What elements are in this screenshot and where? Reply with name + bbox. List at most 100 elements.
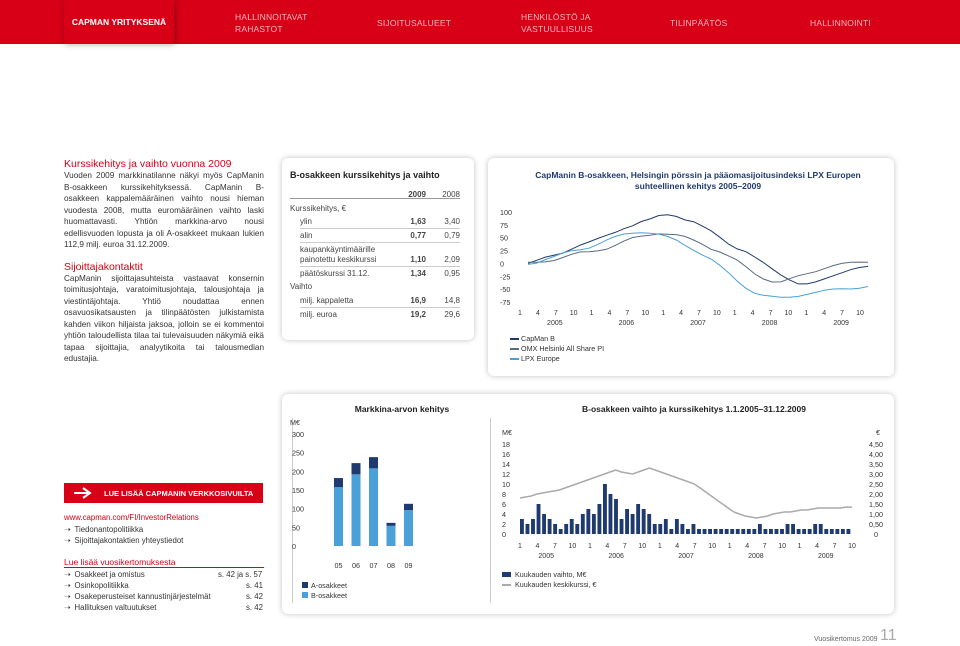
ref-row[interactable]: ➝ Osakkeet ja omistus s. 42 ja s. 57 xyxy=(64,570,264,579)
turnover-bar xyxy=(757,524,762,534)
footer-text: Vuosikertomus 2009 xyxy=(814,636,878,643)
bar-a-osakkeet xyxy=(386,522,396,526)
year-label: 2005 xyxy=(538,553,554,560)
y-tick-label: 150 xyxy=(292,486,304,495)
link-yhteystiedot[interactable]: ➝ Sijoittajakontaktien yhteystiedot xyxy=(64,536,183,545)
y-tick-label-left: 2 xyxy=(502,520,506,529)
y-tick-label-left: 0 xyxy=(502,530,506,539)
bar-b-osakkeet xyxy=(404,510,413,546)
year-label: 2006 xyxy=(608,553,624,560)
y-tick-label: 200 xyxy=(292,467,304,476)
turnover-bar xyxy=(802,529,807,534)
row-divider xyxy=(300,266,460,267)
x-tick-label: 7 xyxy=(623,543,627,550)
legend-item: A-osakkeet xyxy=(302,581,347,591)
x-tick-label: 10 xyxy=(641,310,649,317)
cell-value: 14,8 xyxy=(444,296,460,305)
x-tick-label: 1 xyxy=(728,543,732,550)
turnover-bar xyxy=(774,529,779,534)
y-tick-label: 0 xyxy=(500,259,504,268)
turnover-bar xyxy=(591,514,596,534)
x-tick-label: 10 xyxy=(570,310,578,317)
turnover-bar xyxy=(647,514,652,534)
ref-page: s. 42 xyxy=(246,592,263,601)
nav-item-henkilosto[interactable]: HENKILÖSTÖ JA VASTUULLISUUS xyxy=(521,11,593,35)
x-tick-label: 1 xyxy=(798,543,802,550)
read-more-button[interactable]: LUE LISÄÄ CAPMANIN VERKKOSIVUILTA xyxy=(64,483,263,503)
x-tick-label: 10 xyxy=(778,543,786,550)
x-tick-label: 7 xyxy=(769,310,773,317)
y-tick-label-right: 0 xyxy=(874,530,878,539)
ref-page: s. 42 ja s. 57 xyxy=(218,570,263,579)
divider xyxy=(64,567,264,568)
y-tick-label-left: 14 xyxy=(502,460,510,469)
nav-item-hallinnointi[interactable]: HALLINNOINTI xyxy=(810,17,871,29)
turnover-unit-right: € xyxy=(876,428,880,437)
y-tick-label-left: 16 xyxy=(502,450,510,459)
nav-item-rahastot[interactable]: HALLINNOITAVAT RAHASTOT xyxy=(235,11,308,35)
header-divider xyxy=(290,198,460,199)
year-label: 2007 xyxy=(678,553,694,560)
turnover-bar xyxy=(735,529,740,534)
cell-value: 1,10 xyxy=(410,255,426,264)
row-divider xyxy=(300,307,460,308)
legend-item: B-osakkeet xyxy=(302,591,347,601)
x-tick-label: 7 xyxy=(553,543,557,550)
y-tick-label: 50 xyxy=(292,523,300,532)
cell-value: 2,09 xyxy=(444,255,460,264)
year-label: 2007 xyxy=(690,320,706,327)
nav-item-sijoitusalueet[interactable]: SIJOITUSALUEET xyxy=(377,17,451,29)
kurssi-table: 2009 2008 Kurssikehitys, € ylin 1,63 3,4… xyxy=(290,190,460,340)
x-tick-label: 4 xyxy=(605,543,609,550)
turnover-bar xyxy=(636,504,641,534)
turnover-bar xyxy=(752,529,757,534)
y-tick-label-right: 3,50 xyxy=(869,460,883,469)
y-tick-label-left: 4 xyxy=(502,510,506,519)
ref-row[interactable]: ➝ Osakeperusteiset kannustinjärjestelmät s… xyxy=(64,592,264,601)
x-tick-label: 7 xyxy=(625,310,629,317)
y-tick-label: 75 xyxy=(500,221,508,230)
year-label: 2006 xyxy=(619,320,635,327)
turnover-bar xyxy=(680,524,685,534)
turnover-bar xyxy=(674,519,679,534)
y-tick-label: 100 xyxy=(292,505,304,514)
line-chart-legend: CapMan B OMX Helsinki All Share PI LPX E… xyxy=(521,334,604,364)
link-tiedonantopolitiikka[interactable]: ➝ Tiedonantopolitiikka xyxy=(64,525,143,534)
turnover-bar xyxy=(520,519,524,534)
ref-row[interactable]: ➝ Hallituksen valtuutukset s. 42 xyxy=(64,603,264,612)
chart-divider xyxy=(490,418,491,603)
turnover-bar xyxy=(763,529,768,534)
nav-item-tilinpaatos[interactable]: TILINPÄÄTÖS xyxy=(670,17,727,29)
x-tick-label: 7 xyxy=(833,543,837,550)
year-label: 2008 xyxy=(762,320,778,327)
ir-url-link[interactable]: www.capman.com/FI/InvestorRelations xyxy=(64,513,199,522)
y-tick-label: -50 xyxy=(500,285,510,294)
arrow-icon: ➝ xyxy=(64,603,71,612)
market-unit: M€ xyxy=(290,418,300,427)
turnover-bar xyxy=(691,524,696,534)
turnover-bar xyxy=(835,529,840,534)
y-tick-label-right: 3,00 xyxy=(869,470,883,479)
legend-item: LPX Europe xyxy=(521,354,604,364)
bar-a-osakkeet xyxy=(334,478,343,488)
turnover-bar xyxy=(531,519,535,534)
turnover-bar xyxy=(619,519,624,534)
x-tick-label: 7 xyxy=(697,310,701,317)
turnover-bar xyxy=(730,529,735,534)
y-tick-label-right: 4,50 xyxy=(869,440,883,449)
section-kurssikehitys: Kurssikehitys, € xyxy=(290,204,347,213)
ref-row[interactable]: ➝ Osinkopolitiikka s. 41 xyxy=(64,581,264,590)
turnover-bar xyxy=(746,529,751,534)
turnover-bar xyxy=(702,529,707,534)
series-line-1 xyxy=(527,233,869,283)
x-tick-label: 4 xyxy=(608,310,612,317)
turnover-bar xyxy=(663,519,668,534)
legend-item: Kuukauden keskikurssi, € xyxy=(502,580,597,590)
turnover-bar xyxy=(575,524,580,534)
turnover-bar xyxy=(840,529,845,534)
cell-value: 16,9 xyxy=(410,296,426,305)
nav-item-active[interactable]: CAPMAN YRITYKSENÄ xyxy=(64,0,174,44)
left-column: Kurssikehitys ja vaihto vuonna 2009 Vuod… xyxy=(64,158,264,365)
turnover-bar xyxy=(724,529,729,534)
cell-value: 0,79 xyxy=(444,231,460,240)
